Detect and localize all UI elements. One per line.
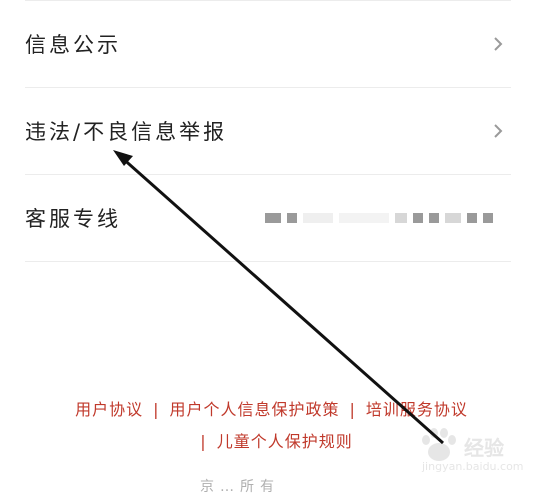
chevron-right-icon [494, 124, 503, 138]
separator: | [153, 400, 160, 419]
separator: | [200, 432, 207, 451]
user-agreement-link[interactable]: 用户协议 [75, 400, 143, 419]
watermark-title: 经验 [464, 436, 504, 460]
list-item-label: 信息公示 [25, 33, 121, 57]
settings-list: 信息公示 违法/不良信息举报 客服专线 [25, 0, 511, 262]
child-protection-link[interactable]: 儿童个人保护规则 [217, 432, 353, 451]
phone-number-redacted [265, 213, 493, 223]
watermark: 经验 jingyan.baidu.com [412, 424, 532, 474]
privacy-policy-link[interactable]: 用户个人信息保护政策 [169, 400, 339, 419]
bottom-text: 京…所有 [200, 479, 280, 495]
list-item-customer-service[interactable]: 客服专线 [25, 175, 511, 262]
chevron-right-icon [494, 37, 503, 51]
separator: | [349, 400, 356, 419]
list-item-label: 客服专线 [25, 207, 121, 231]
list-item-report-illegal[interactable]: 违法/不良信息举报 [25, 88, 511, 175]
list-item-label: 违法/不良信息举报 [25, 120, 228, 144]
watermark-url: jingyan.baidu.com [422, 460, 524, 473]
footer-links-line-1: 用户协议 | 用户个人信息保护政策 | 培训服务协议 [0, 394, 543, 426]
training-agreement-link[interactable]: 培训服务协议 [366, 400, 468, 419]
list-item-info-disclosure[interactable]: 信息公示 [25, 0, 511, 88]
